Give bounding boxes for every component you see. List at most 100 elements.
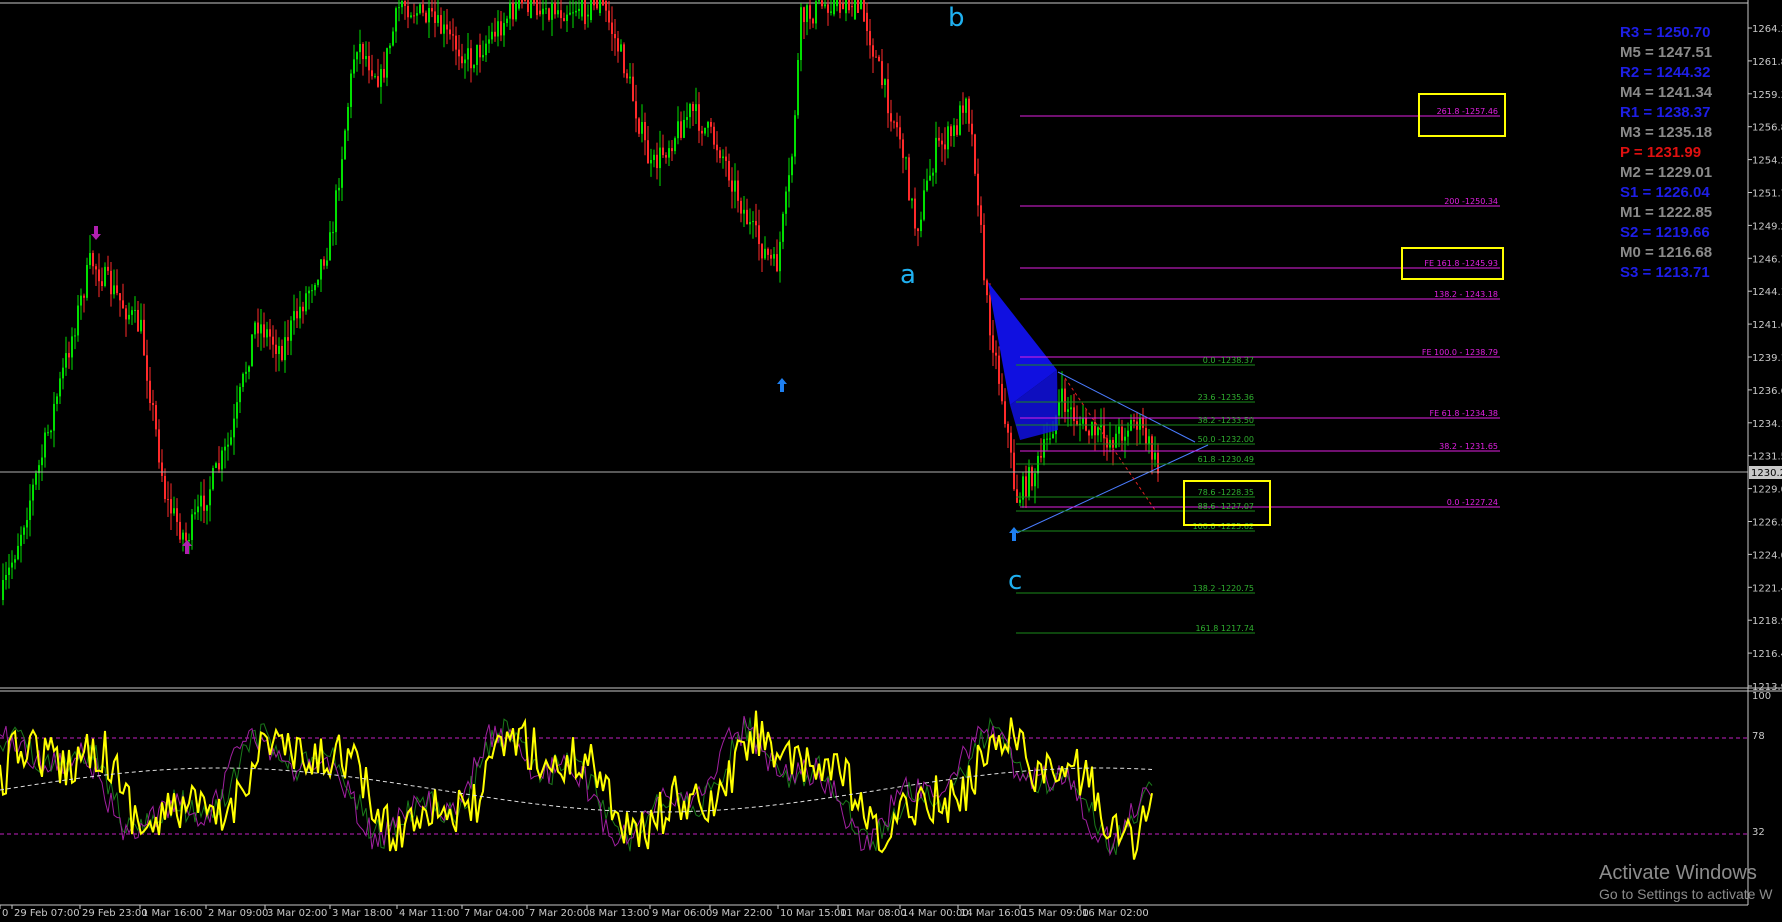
candle-body (1091, 422, 1093, 436)
candle-body (149, 380, 151, 404)
candle-body (1145, 427, 1147, 445)
candle-body (350, 73, 352, 107)
candle-body (455, 35, 457, 50)
candle-body (584, 0, 586, 25)
candle-body (830, 11, 832, 13)
candle-body (593, 0, 595, 6)
fib-retracement-label: 61.8 -1230.49 (1198, 455, 1254, 464)
candle-body (176, 508, 178, 522)
time-axis[interactable]: 0 29 Feb 07:00 29 Feb 23:001 Mar 16:00 2 Ma… (0, 905, 1149, 919)
candle-body (320, 259, 322, 280)
candle-body (47, 432, 49, 434)
candle-body (887, 79, 889, 114)
candle-body (1064, 388, 1066, 412)
candle-body (1067, 409, 1069, 412)
candle-body (32, 484, 34, 501)
time-tick-label: 1 Mar 16:00 (142, 908, 202, 919)
candle-body (623, 44, 625, 74)
candle-body (242, 373, 244, 387)
fib-retracement-label: 161.8 1217.74 (1195, 624, 1254, 633)
candle-body (563, 18, 565, 21)
price-tick-label: 1246.7 (1752, 254, 1782, 265)
candle-body (917, 228, 919, 232)
candle-body (329, 232, 331, 261)
candle-body (179, 521, 181, 540)
price-tick-label: 1218.9 (1752, 616, 1782, 627)
candle-body (248, 366, 250, 372)
osc-tick-label: 78 (1752, 731, 1765, 742)
candle-body (566, 14, 568, 21)
candle-body (629, 76, 631, 79)
candle-body (296, 311, 298, 319)
oscillator-panel[interactable] (0, 710, 1748, 860)
candle-body (572, 12, 574, 14)
price-tick-label: 1226.5 (1752, 518, 1782, 529)
candle-body (650, 159, 652, 164)
candle-body (416, 13, 418, 16)
candle-body (1139, 418, 1141, 430)
candle-body (1031, 467, 1033, 487)
candle-body (899, 127, 901, 140)
candle-body (1154, 452, 1156, 460)
candle-body (713, 126, 715, 145)
candle-body (644, 122, 646, 141)
candle-body (1001, 383, 1003, 402)
candle-body (407, 5, 409, 18)
price-axis[interactable]: 1230.2 1264.3 1261.8 1259.3 1256.8 1254.2 125… (1747, 0, 1782, 905)
candle-body (221, 450, 223, 470)
candle-body (158, 429, 160, 463)
candle-body (671, 148, 673, 152)
candle-body (695, 104, 697, 111)
candle-body (2, 580, 4, 600)
time-tick-label: 9 Mar 22:00 (712, 908, 772, 919)
candle-body (803, 7, 805, 23)
candle-body (1157, 452, 1159, 474)
candle-body (326, 260, 328, 266)
pivot-level-label: M4 = 1241.34 (1620, 84, 1713, 101)
candle-body (290, 320, 292, 341)
candle-body (764, 248, 766, 259)
candle-body (560, 10, 562, 19)
oscillator-axis: 100 78 32 (1752, 691, 1771, 838)
candle-body (302, 306, 304, 312)
candle-body (335, 190, 337, 233)
candle-body (128, 314, 130, 320)
candle-body (461, 56, 463, 64)
candle-body (113, 285, 115, 295)
wave-label-b: b (948, 3, 965, 33)
candle-body (269, 329, 271, 337)
candle-body (518, 0, 520, 9)
candle-body (365, 56, 367, 60)
candle-body (833, 0, 835, 15)
candle-body (680, 121, 682, 138)
candle-body (233, 418, 235, 438)
candle-body (338, 187, 340, 191)
time-tick-label: 7 Mar 04:00 (464, 908, 524, 919)
chart-canvas[interactable]: 261.8 -1257.46 200 -1250.34 FE 161.8 -1245… (0, 0, 1782, 922)
candle-body (608, 10, 610, 23)
time-tick-label: 0 (2, 908, 8, 919)
candle-body (110, 270, 112, 295)
price-panel[interactable]: 261.8 -1257.46 200 -1250.34 FE 161.8 -1245… (0, 0, 1748, 688)
candle-body (386, 48, 388, 78)
candle-body (125, 308, 127, 320)
candle-body (719, 150, 721, 159)
candle-body (635, 101, 637, 119)
candle-body (17, 545, 19, 560)
activate-windows-subtitle: Go to Settings to activate W (1599, 886, 1773, 902)
candle-body (257, 322, 259, 334)
candle-body (167, 499, 169, 501)
candle-body (743, 209, 745, 214)
candle-body (854, 0, 856, 20)
time-tick-label: 14 Mar 00:00 (902, 908, 969, 919)
candle-body (1142, 418, 1144, 428)
fib-expansion-label: 38.2 - 1231.65 (1439, 442, 1498, 451)
candle-body (374, 76, 376, 78)
candle-body (1022, 476, 1024, 500)
candle-body (536, 0, 538, 16)
candle-body (263, 324, 265, 338)
candle-body (659, 147, 661, 169)
candle-body (227, 444, 229, 447)
candle-body (701, 130, 703, 134)
candle-body (401, 1, 403, 8)
